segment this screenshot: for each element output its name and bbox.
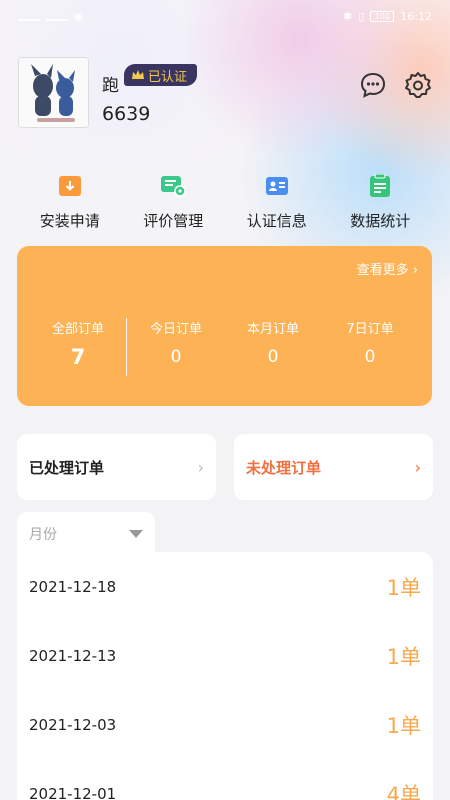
quick-actions: 安装申请 评价管理 认证信息 数据统计 bbox=[18, 172, 432, 234]
user-name: 跑 bbox=[102, 76, 119, 96]
tab-label: 已处理订单 bbox=[29, 458, 105, 477]
wifi-icon: ◉ bbox=[74, 9, 84, 23]
order-stats-card: 查看更多 › 全部订单 7 今日订单 0 本月订单 0 7日订单 0 bbox=[17, 246, 432, 406]
list-item[interactable]: 2021-12-13 1单 bbox=[17, 621, 433, 690]
chevron-right-icon: › bbox=[197, 457, 204, 477]
stat-value: 0 bbox=[364, 347, 376, 367]
stat-value: 7 bbox=[70, 345, 86, 369]
user-id: 6639 bbox=[102, 103, 151, 125]
avatar[interactable] bbox=[18, 57, 89, 128]
quick-action-data-stats[interactable]: 数据统计 bbox=[329, 172, 433, 234]
gear-icon bbox=[405, 72, 431, 98]
crown-icon bbox=[132, 70, 144, 79]
bluetooth-icon: ✱ bbox=[343, 9, 353, 23]
stat-all-orders[interactable]: 全部订单 7 bbox=[29, 318, 127, 369]
status-right: ✱ ▯ 100 16:12 bbox=[343, 10, 432, 23]
status-left: ◉ bbox=[18, 10, 84, 23]
row-date: 2021-12-03 bbox=[29, 715, 117, 734]
stat-value: 0 bbox=[170, 347, 182, 367]
quick-action-certification-info[interactable]: 认证信息 bbox=[225, 172, 329, 234]
battery-icon: 100 bbox=[370, 10, 395, 22]
chat-bubble-icon bbox=[360, 72, 386, 98]
settings-button[interactable] bbox=[404, 71, 432, 99]
quick-action-label: 认证信息 bbox=[246, 212, 307, 230]
stat-7day-orders[interactable]: 7日订单 0 bbox=[321, 318, 419, 367]
list-item[interactable]: 2021-12-18 1单 bbox=[17, 552, 433, 621]
verified-badge-label: 已认证 bbox=[148, 69, 188, 85]
status-bar: ◉ ✱ ▯ 100 16:12 bbox=[0, 0, 450, 32]
stat-today-orders[interactable]: 今日订单 0 bbox=[127, 318, 225, 367]
avatar-cartoon-icon bbox=[19, 58, 88, 127]
see-more-link[interactable]: 查看更多 › bbox=[357, 259, 418, 278]
stat-month-orders[interactable]: 本月订单 0 bbox=[224, 318, 322, 367]
row-count: 1单 bbox=[386, 575, 421, 600]
tab-processed-orders[interactable]: 已处理订单 › bbox=[17, 434, 216, 500]
quick-action-label: 安装申请 bbox=[39, 212, 100, 230]
month-filter-select[interactable]: 月份 bbox=[17, 512, 155, 556]
quick-action-install-request[interactable]: 安装申请 bbox=[18, 172, 122, 234]
chevron-right-icon: › bbox=[414, 457, 421, 477]
row-date: 2021-12-18 bbox=[29, 577, 117, 596]
row-date: 2021-12-01 bbox=[29, 784, 117, 800]
stat-label: 全部订单 bbox=[51, 322, 104, 337]
signal-icon bbox=[18, 11, 40, 21]
signal-icon-2 bbox=[46, 11, 68, 21]
stat-value: 0 bbox=[267, 347, 279, 367]
install-request-icon bbox=[56, 172, 84, 200]
tab-label: 未处理订单 bbox=[246, 458, 322, 477]
see-more-label: 查看更多 bbox=[356, 263, 409, 278]
daily-order-list: 2021-12-18 1单 2021-12-13 1单 2021-12-03 1… bbox=[17, 552, 433, 800]
month-filter-placeholder: 月份 bbox=[29, 527, 57, 543]
quick-action-review-manage[interactable]: 评价管理 bbox=[122, 172, 226, 234]
clock: 16:12 bbox=[400, 9, 432, 23]
tab-unprocessed-orders[interactable]: 未处理订单 › bbox=[234, 434, 433, 500]
message-button[interactable] bbox=[359, 71, 387, 99]
caret-down-icon bbox=[129, 530, 143, 538]
chevron-right-icon: › bbox=[412, 263, 418, 278]
row-count: 4单 bbox=[386, 782, 421, 800]
vibrate-icon: ▯ bbox=[358, 9, 365, 23]
stat-label: 本月订单 bbox=[246, 322, 299, 337]
row-count: 1单 bbox=[386, 644, 421, 669]
quick-action-label: 数据统计 bbox=[350, 212, 411, 230]
certification-info-icon bbox=[263, 172, 291, 200]
list-item[interactable]: 2021-12-01 4单 bbox=[17, 759, 433, 800]
row-date: 2021-12-13 bbox=[29, 646, 117, 665]
verified-badge: 已认证 bbox=[124, 64, 198, 86]
data-stats-icon bbox=[366, 172, 394, 200]
review-manage-icon bbox=[159, 172, 187, 200]
stat-label: 今日订单 bbox=[149, 322, 202, 337]
profile-header: 跑 已认证 6639 bbox=[18, 57, 432, 129]
list-item[interactable]: 2021-12-03 1单 bbox=[17, 690, 433, 759]
stat-label: 7日订单 bbox=[346, 322, 394, 337]
row-count: 1单 bbox=[386, 713, 421, 738]
quick-action-label: 评价管理 bbox=[143, 212, 204, 230]
